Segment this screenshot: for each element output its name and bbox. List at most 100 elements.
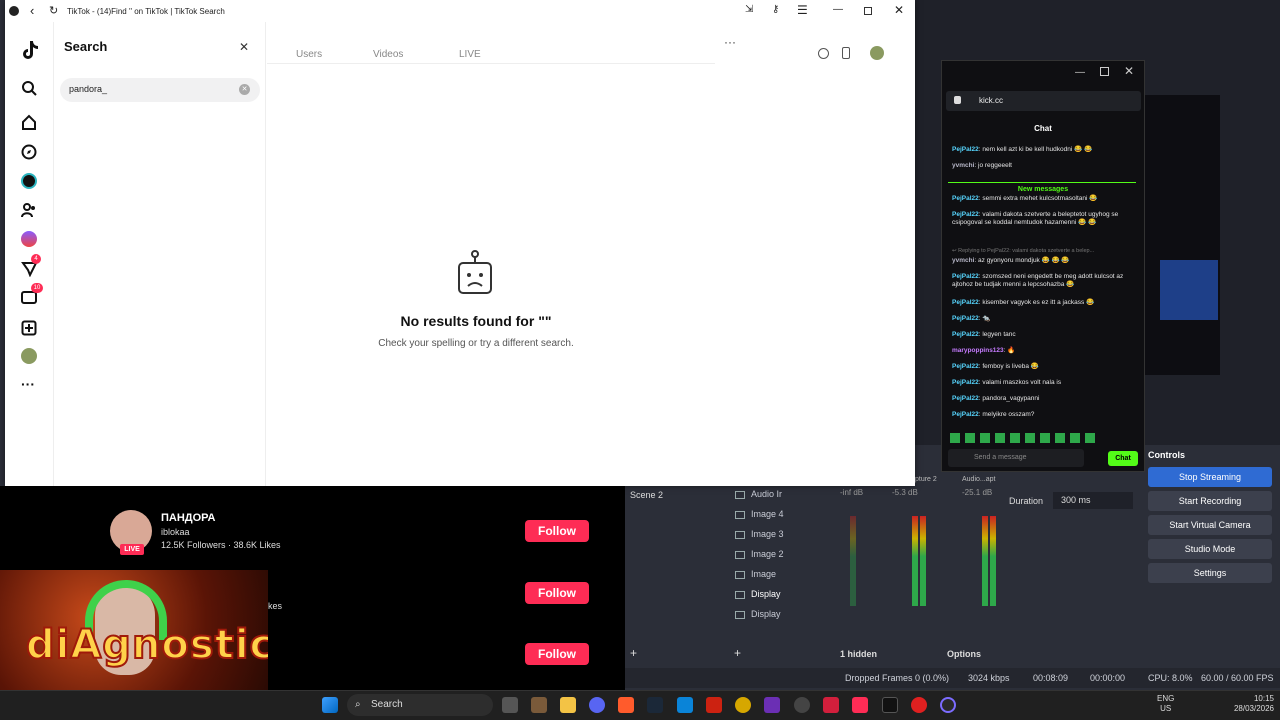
more-icon[interactable]: ···: [21, 376, 37, 392]
follow-button[interactable]: Follow: [525, 520, 589, 542]
search-icon[interactable]: [21, 80, 37, 96]
messages-icon[interactable]: 4: [21, 254, 41, 278]
app-icon[interactable]: [735, 697, 751, 713]
brave-icon[interactable]: [618, 697, 634, 713]
following-icon[interactable]: [21, 202, 37, 218]
studio-mode-button[interactable]: Studio Mode: [1148, 539, 1272, 559]
start-recording-button[interactable]: Start Recording: [1148, 491, 1272, 511]
tiktok-logo-icon[interactable]: [21, 40, 39, 60]
opera-icon[interactable]: [911, 697, 927, 713]
source-item[interactable]: Image 4: [735, 509, 784, 527]
tab-users[interactable]: Users: [296, 49, 322, 60]
volume-meter: [920, 516, 926, 606]
menu-icon[interactable]: ☰: [797, 3, 808, 17]
follow-button[interactable]: Follow: [525, 582, 589, 604]
cpu-usage: CPU: 8.0%: [1148, 673, 1193, 683]
app-icon[interactable]: [823, 697, 839, 713]
source-item[interactable]: Image 2: [735, 549, 784, 567]
chat-send-button[interactable]: Chat: [1108, 451, 1138, 466]
search-results: Users Videos LIVE ··· No results found f…: [267, 22, 915, 486]
audio-icon: [735, 490, 745, 499]
search-heading: Search: [64, 39, 108, 54]
add-icon[interactable]: +: [630, 646, 637, 660]
home-icon[interactable]: [21, 114, 37, 130]
explore-icon[interactable]: [21, 144, 37, 160]
back-icon[interactable]: ‹: [30, 3, 34, 18]
start-virtual-camera-button[interactable]: Start Virtual Camera: [1148, 515, 1272, 535]
options-menu[interactable]: Options: [947, 649, 981, 659]
obs-icon[interactable]: [940, 697, 956, 713]
file-explorer-icon[interactable]: [560, 697, 576, 713]
search-input[interactable]: pandora_ ✕: [60, 78, 260, 102]
volume-meter: [982, 516, 988, 606]
clock[interactable]: 10:15 28/03/2026: [1212, 694, 1274, 714]
search-panel: Search ✕ pandora_ ✕: [54, 22, 266, 486]
obs-statusbar: Dropped Frames 0 (0.0%) 3024 kbps 00:08:…: [625, 668, 1280, 688]
tiktok-app-icon[interactable]: [882, 697, 898, 713]
user-avatar-icon[interactable]: [870, 46, 884, 60]
search-query: pandora_: [69, 84, 108, 94]
minimize-icon[interactable]: —: [1075, 67, 1085, 78]
mixer-toolbar: 1 hidden Options: [832, 644, 1002, 664]
image-icon: [735, 550, 745, 559]
follow-button[interactable]: Follow: [525, 643, 589, 665]
maximize-icon[interactable]: [864, 7, 872, 15]
extension-icon[interactable]: ⇲: [745, 4, 753, 15]
reload-icon[interactable]: ↻: [49, 4, 58, 17]
mixer-db-1: -inf dB: [840, 488, 864, 497]
close-search-icon[interactable]: ✕: [239, 40, 249, 54]
upload-icon[interactable]: [21, 320, 37, 336]
address-bar[interactable]: kick.cc: [946, 91, 1141, 111]
source-item[interactable]: Display: [735, 589, 781, 607]
inbox-icon[interactable]: 10: [21, 283, 43, 306]
scene-item[interactable]: Scene 2: [630, 490, 663, 500]
source-item[interactable]: Image 3: [735, 529, 784, 547]
taskbar-search[interactable]: ⌕ Search: [347, 694, 493, 716]
windows-start-icon[interactable]: [322, 697, 338, 713]
app-icon[interactable]: [531, 697, 547, 713]
source-item[interactable]: Display: [735, 609, 781, 627]
mixer-label: pture 2: [915, 476, 937, 483]
chat-message: PejPal22: nem kell azt ki be kell hudkod…: [952, 146, 1093, 153]
tab-live[interactable]: LIVE: [459, 49, 481, 60]
maximize-icon[interactable]: [1100, 67, 1109, 76]
task-view-icon[interactable]: [502, 697, 518, 713]
profile-story-icon[interactable]: [21, 231, 37, 247]
mobile-icon[interactable]: [842, 47, 850, 59]
steam-icon[interactable]: [647, 697, 663, 713]
profile-avatar-icon[interactable]: [21, 348, 37, 364]
source-item[interactable]: Image: [735, 569, 776, 587]
close-icon[interactable]: ✕: [894, 3, 904, 17]
app-icon[interactable]: [706, 697, 722, 713]
fps: 60.00 / 60.00 FPS: [1201, 673, 1274, 683]
settings-button[interactable]: Settings: [1148, 563, 1272, 583]
app-icon[interactable]: [764, 697, 780, 713]
settings-icon[interactable]: [794, 697, 810, 713]
close-icon[interactable]: ✕: [1124, 64, 1134, 78]
language-indicator[interactable]: ENG US: [1157, 694, 1174, 714]
tiktok-app-icon[interactable]: [852, 697, 868, 713]
clear-input-icon[interactable]: ✕: [239, 84, 250, 95]
source-item[interactable]: Audio Ir: [735, 489, 782, 507]
messages-badge: 4: [31, 254, 41, 264]
more-options-icon[interactable]: ···: [724, 35, 736, 49]
key-icon[interactable]: ⚷: [772, 4, 779, 15]
chat-message: PejPal22: szomszed neni engedett be meg …: [952, 273, 1124, 288]
mixer-label-2: Audio...apt: [962, 476, 996, 483]
duration-input[interactable]: 300 ms: [1053, 492, 1133, 509]
mixer-db-3: -25.1 dB: [962, 488, 993, 497]
minimize-icon[interactable]: —: [833, 4, 843, 15]
stop-streaming-button[interactable]: Stop Streaming: [1148, 467, 1272, 487]
chat-message: marypoppins123: 🔥: [952, 347, 1016, 354]
app-icon[interactable]: [677, 697, 693, 713]
message-input[interactable]: Send a message: [948, 449, 1084, 467]
coins-icon[interactable]: [818, 48, 829, 59]
emote-bar[interactable]: [950, 433, 1100, 443]
webcam-overlay: diAgnostic: [0, 570, 268, 690]
live-avatar-icon[interactable]: [21, 173, 37, 189]
partial-text: kes: [268, 601, 283, 611]
discord-icon[interactable]: [589, 697, 605, 713]
add-icon[interactable]: +: [734, 646, 741, 660]
chat-message: PejPal22: legyen tanc: [952, 331, 1016, 338]
tab-videos[interactable]: Videos: [373, 49, 403, 60]
